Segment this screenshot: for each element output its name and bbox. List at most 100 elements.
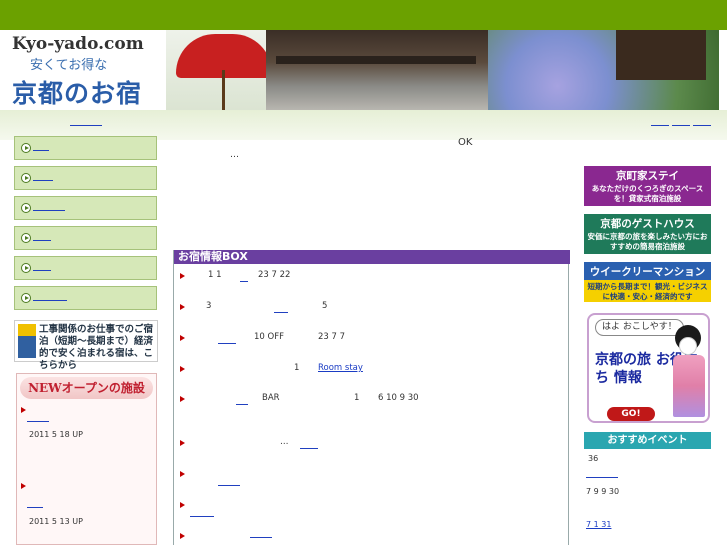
- table-row: 1 1 23 7 22: [180, 270, 566, 284]
- red-arrow-icon: [180, 471, 185, 477]
- arrow-circle-icon: [21, 263, 31, 273]
- table-row: [180, 468, 566, 486]
- info-box-title: お宿情報BOX: [174, 250, 570, 264]
- sidebar-link[interactable]: [33, 239, 51, 241]
- sidebar-item-3[interactable]: [14, 196, 157, 220]
- red-arrow-icon: [21, 407, 26, 413]
- sidebar-item-2[interactable]: [14, 166, 157, 190]
- red-arrow-icon: [180, 273, 185, 279]
- sidebar-item-4[interactable]: [14, 226, 157, 250]
- travel-guide-banner[interactable]: はよ おこしやす！ 京都の旅 お役立ち 情報 GO!: [587, 313, 710, 423]
- header-pagoda: [616, 30, 706, 80]
- notice-text: OK: [458, 137, 473, 148]
- red-arrow-icon: [21, 483, 26, 489]
- sidebar-link[interactable]: [33, 179, 53, 181]
- header-roofline: [276, 56, 476, 64]
- red-arrow-icon: [180, 304, 185, 310]
- arrow-circle-icon: [21, 143, 31, 153]
- sidebar-item-6[interactable]: [14, 286, 157, 310]
- list-item: [21, 406, 26, 416]
- go-button[interactable]: GO!: [607, 407, 655, 421]
- weekly-mansion-banner[interactable]: ウイークリーマンション 短期から長期まで！観光・ビジネスに快適・安心・経済的です: [584, 262, 711, 302]
- red-arrow-icon: [180, 502, 185, 508]
- row-text: 1: [294, 363, 300, 373]
- red-arrow-icon: [180, 533, 185, 539]
- row-link[interactable]: [236, 403, 248, 405]
- construction-stay-banner[interactable]: 工事関係のお仕事でのご宿泊（短期〜長期まで）経済的で安く泊まれる宿は、こちらから: [14, 320, 158, 371]
- row-link[interactable]: [240, 280, 248, 282]
- row-text: 10 OFF: [254, 332, 284, 342]
- red-arrow-icon: [180, 440, 185, 446]
- row-link[interactable]: [218, 342, 236, 344]
- table-row: 3 5: [180, 301, 566, 315]
- site-logo[interactable]: Kyo-yado.com 安くてお得な 京都のお宿: [6, 30, 166, 110]
- guesthouse-title: 京都のゲストハウス: [600, 218, 695, 230]
- sidebar-item-5[interactable]: [14, 256, 157, 280]
- row-link[interactable]: [190, 515, 214, 517]
- worker-icon: [18, 324, 36, 358]
- weekly-title: ウイークリーマンション: [584, 262, 711, 280]
- row-link[interactable]: [300, 447, 318, 449]
- sidebar-link[interactable]: [33, 299, 67, 301]
- logo-site-name: Kyo-yado.com: [12, 34, 144, 54]
- new-entry-link[interactable]: [27, 506, 43, 508]
- red-arrow-icon: [180, 335, 185, 341]
- row-link[interactable]: [218, 484, 240, 486]
- weekly-sub: 短期から長期まで！観光・ビジネスに快適・安心・経済的です: [587, 282, 708, 301]
- machiya-stay-banner[interactable]: 京町家ステイ あなただけのくつろぎのスペースを！貸家式宿泊施設: [584, 166, 711, 206]
- row-text: 5: [322, 301, 328, 311]
- arrow-circle-icon: [21, 293, 31, 303]
- list-item: [21, 482, 26, 492]
- table-row: [180, 499, 566, 517]
- maiko-illustration: [669, 321, 707, 419]
- row-text: BAR: [262, 393, 280, 403]
- table-row: 10 OFF 23 7 7: [180, 332, 566, 346]
- event-link[interactable]: [586, 476, 618, 478]
- header-photo-street: [266, 30, 488, 110]
- sidebar-link[interactable]: [33, 149, 49, 151]
- row-date: 23 7 22: [258, 270, 291, 280]
- breadcrumb-link[interactable]: [70, 116, 102, 126]
- site-header: Kyo-yado.com 安くてお得な 京都のお宿: [6, 30, 719, 110]
- event-link[interactable]: 7 1 31: [586, 520, 611, 529]
- maiko-face: [679, 337, 697, 355]
- guesthouse-sub: 安価に京都の旅を楽しみたい方におすすめの簡易宿泊施設: [587, 232, 708, 251]
- red-arrow-icon: [180, 396, 185, 402]
- header-link-1[interactable]: [651, 116, 669, 126]
- row-text: …: [280, 437, 289, 447]
- logo-title: 京都のお宿: [12, 79, 143, 108]
- row-text: 3: [206, 301, 212, 311]
- header-link-3[interactable]: [693, 116, 711, 126]
- maiko-kimono: [673, 355, 705, 417]
- row-link[interactable]: [274, 311, 288, 313]
- notice-ellipsis: …: [230, 150, 239, 160]
- table-row: BAR 1 6 10 9 30: [180, 393, 566, 407]
- new-open-box: NEWオープンの施設 2011 5 18 UP 2011 5 13 UP: [16, 373, 157, 545]
- new-open-title: NEWオープンの施設: [20, 377, 153, 399]
- events-title: おすすめイベント: [584, 432, 711, 449]
- top-bar: [0, 0, 727, 30]
- sidebar-link[interactable]: [33, 269, 51, 271]
- row-date: 6 10 9 30: [378, 393, 419, 403]
- machiya-sub: あなただけのくつろぎのスペースを！貸家式宿泊施設: [591, 184, 704, 203]
- arrow-circle-icon: [21, 233, 31, 243]
- red-arrow-icon: [180, 366, 185, 372]
- table-row: …: [180, 437, 566, 451]
- table-row: 1 Room stay: [180, 363, 566, 377]
- header-link-2[interactable]: [672, 116, 690, 126]
- new-entry-date: 2011 5 13 UP: [29, 517, 83, 526]
- machiya-title: 京町家ステイ: [616, 170, 679, 182]
- event-text: 36: [588, 454, 599, 463]
- logo-tagline: 安くてお得な: [30, 58, 108, 73]
- table-row: [180, 530, 566, 544]
- arrow-circle-icon: [21, 173, 31, 183]
- row-text: 1 1: [208, 270, 222, 280]
- guesthouse-banner[interactable]: 京都のゲストハウス 安価に京都の旅を楽しみたい方におすすめの簡易宿泊施設: [584, 214, 711, 254]
- row-date: 23 7 7: [318, 332, 346, 342]
- new-entry-date: 2011 5 18 UP: [29, 430, 83, 439]
- room-stay-link[interactable]: Room stay: [318, 363, 363, 373]
- new-entry-link[interactable]: [27, 420, 49, 422]
- sidebar-link[interactable]: [33, 209, 65, 211]
- row-link[interactable]: [250, 536, 272, 538]
- sidebar-item-1[interactable]: [14, 136, 157, 160]
